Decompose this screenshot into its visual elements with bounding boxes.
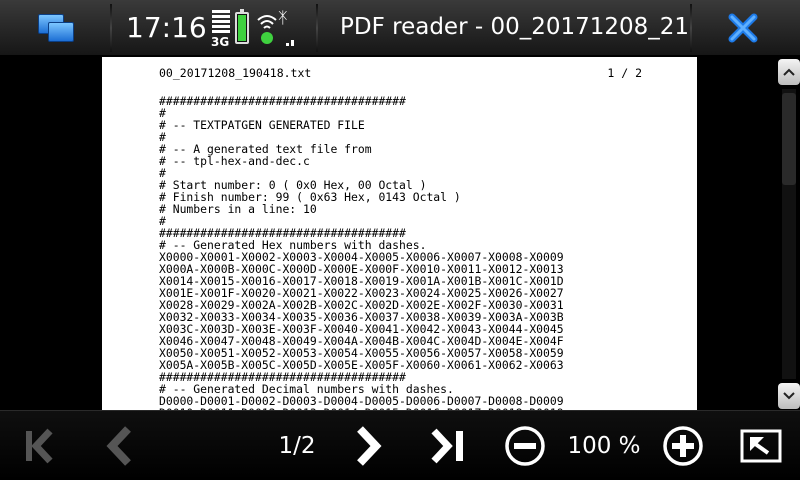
fullscreen-button[interactable] — [738, 411, 784, 480]
zoom-in-button[interactable] — [660, 411, 706, 480]
previous-page-button[interactable] — [96, 411, 140, 480]
clock[interactable]: 17:16 — [126, 11, 207, 44]
chevron-down-icon — [783, 392, 795, 400]
divider — [690, 4, 692, 52]
previous-page-icon — [106, 426, 131, 466]
text-line: # -- TEXTPATGEN GENERATED FILE — [159, 118, 365, 132]
divider — [316, 4, 318, 52]
document-viewport[interactable]: 00_20171208_190418.txt 1 / 2 ###########… — [0, 57, 800, 410]
pdf-page[interactable]: 00_20171208_190418.txt 1 / 2 ###########… — [102, 57, 697, 410]
bluetooth-icon: ᛡ — [278, 8, 288, 27]
zoom-out-icon — [505, 426, 545, 466]
network-type-label: 3G — [211, 35, 230, 49]
chevron-up-icon — [783, 68, 795, 76]
text-line: # -- tpl-hex-and-dec.c — [159, 154, 310, 168]
next-page-button[interactable] — [348, 411, 392, 480]
scroll-down-button[interactable] — [778, 383, 800, 409]
divider — [110, 4, 112, 52]
text-line: #################################### — [159, 94, 406, 108]
last-page-icon — [431, 428, 463, 464]
title-bar: 17:16 3G ᛡ PDF reader - 00_20171208_2137… — [0, 0, 800, 56]
task-switcher-icon[interactable] — [36, 12, 76, 44]
text-line: # Numbers in a line: 10 — [159, 202, 317, 216]
mini-signal-icon — [286, 38, 296, 46]
window-title[interactable]: PDF reader - 00_20171208_213714 — [340, 14, 690, 44]
battery-icon — [235, 9, 249, 44]
document-text: #################################### # # -… — [159, 95, 679, 410]
status-area[interactable]: 3G ᛡ — [208, 8, 298, 50]
wifi-icon — [257, 15, 277, 44]
bottom-toolbar: 1/2 100 % — [0, 410, 800, 480]
next-page-icon — [357, 426, 382, 466]
signal-strength-icon — [212, 10, 230, 36]
zoom-out-button[interactable] — [502, 411, 548, 480]
first-page-button[interactable] — [18, 411, 62, 480]
last-page-button[interactable] — [426, 411, 470, 480]
page-number-label: 1 / 2 — [607, 66, 642, 80]
document-filename: 00_20171208_190418.txt — [159, 66, 312, 80]
close-icon — [728, 13, 758, 43]
scroll-thumb[interactable] — [782, 93, 796, 185]
vertical-scrollbar[interactable] — [778, 57, 800, 410]
scroll-up-button[interactable] — [778, 59, 800, 85]
fullscreen-icon — [740, 429, 782, 463]
page-indicator: 1/2 — [278, 433, 316, 459]
zoom-in-icon — [663, 426, 703, 466]
zoom-level: 100 % — [567, 433, 641, 459]
page-header: 00_20171208_190418.txt 1 / 2 — [159, 66, 642, 80]
close-button[interactable] — [718, 6, 768, 50]
first-page-icon — [26, 428, 53, 464]
